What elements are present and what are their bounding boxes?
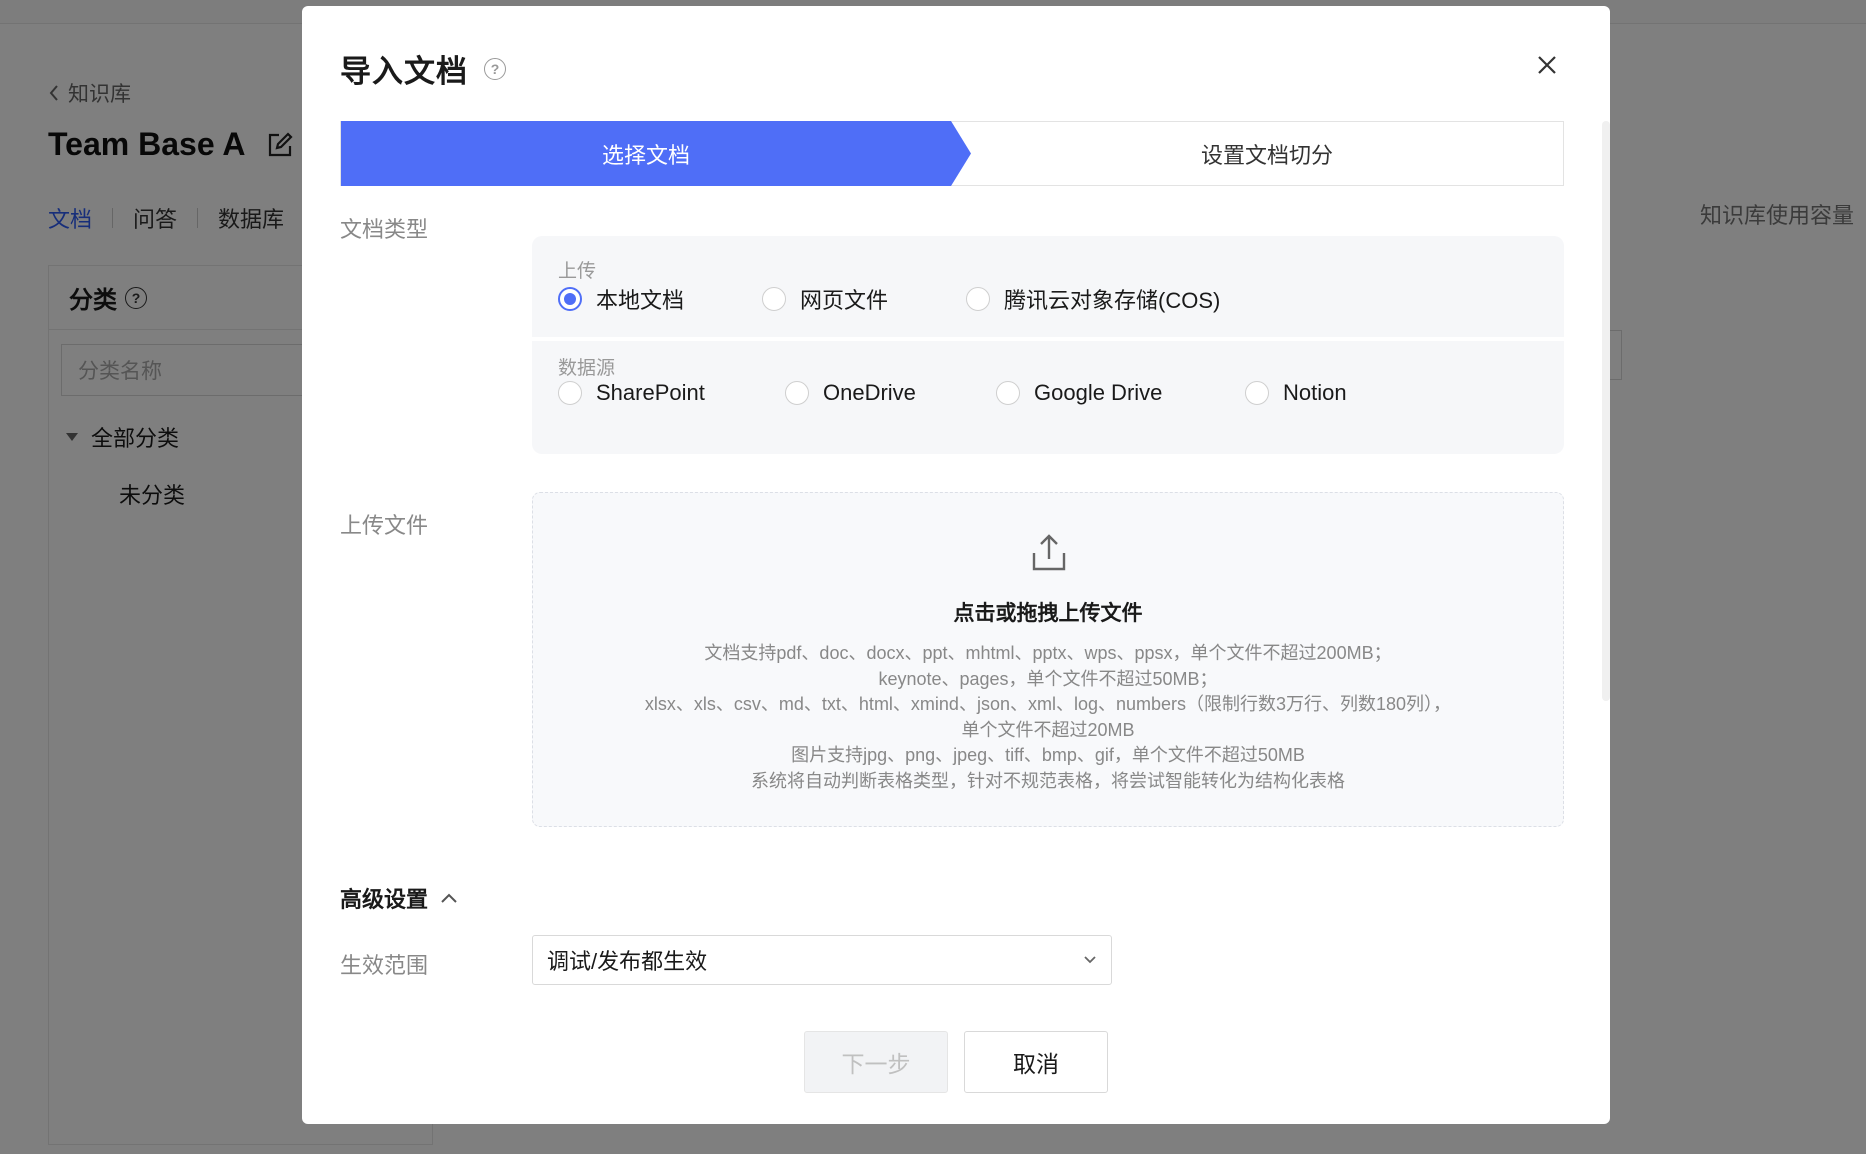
dialog-title: 导入文档 (340, 54, 468, 89)
radio-icon (762, 287, 786, 311)
upload-desc-line: 图片支持jpg、png、jpeg、tiff、bmp、gif，单个文件不超过50M… (791, 745, 1305, 766)
cancel-button[interactable]: 取消 (964, 1031, 1108, 1093)
upload-icon (1032, 534, 1066, 571)
radio-notion[interactable]: Notion (1245, 380, 1347, 406)
radio-onedrive[interactable]: OneDrive (785, 380, 996, 406)
radio-label: 腾讯云对象存储(COS) (1004, 288, 1221, 313)
datasource-options: SharePoint OneDrive Google Drive Notion (558, 380, 1347, 406)
radio-label: SharePoint (596, 380, 705, 405)
advanced-settings-label: 高级设置 (340, 887, 429, 912)
upload-description: 文档支持pdf、doc、docx、ppt、mhtml、pptx、wps、ppsx… (533, 641, 1563, 795)
radio-icon (996, 381, 1020, 405)
scope-label: 生效范围 (340, 953, 429, 978)
upload-desc-line: 单个文件不超过20MB (961, 719, 1135, 740)
dialog-header: 导入文档 ? (340, 46, 506, 91)
stepper: 选择文档 设置文档切分 (340, 121, 1564, 186)
step-select-document: 选择文档 (341, 121, 971, 186)
radio-icon (1245, 381, 1269, 405)
advanced-settings-toggle[interactable]: 高级设置 (340, 882, 458, 914)
doc-type-box: 上传 本地文档 网页文件 腾讯云对象存储(COS) 数据源 SharePoint (532, 236, 1564, 454)
next-step-button[interactable]: 下一步 (804, 1031, 948, 1093)
upload-options: 本地文档 网页文件 腾讯云对象存储(COS) (558, 283, 1220, 315)
radio-tencent-cos[interactable]: 腾讯云对象存储(COS) (966, 283, 1220, 315)
import-document-dialog: 导入文档 ? 选择文档 设置文档切分 文档类型 上传 本地文档 网页文件 腾讯云… (302, 6, 1610, 1124)
upload-file-label: 上传文件 (340, 513, 429, 538)
doc-type-label: 文档类型 (340, 217, 429, 242)
step-set-chunking: 设置文档切分 (1200, 142, 1333, 168)
scrollbar[interactable] (1602, 121, 1610, 701)
group-divider (532, 337, 1564, 341)
scope-select-value: 调试/发布都生效 (547, 949, 708, 974)
radio-label: Notion (1283, 380, 1347, 405)
radio-local-document[interactable]: 本地文档 (558, 283, 762, 315)
upload-group-title: 上传 (558, 261, 597, 282)
radio-label: 本地文档 (596, 288, 685, 313)
help-icon[interactable]: ? (484, 57, 506, 80)
radio-sharepoint[interactable]: SharePoint (558, 380, 785, 406)
scope-select[interactable]: 调试/发布都生效 (532, 935, 1112, 985)
radio-icon (966, 287, 990, 311)
chevron-up-icon (441, 893, 457, 903)
radio-checked-icon (558, 287, 582, 311)
radio-web-file[interactable]: 网页文件 (762, 283, 966, 315)
radio-label: OneDrive (823, 380, 916, 405)
chevron-down-icon (1084, 956, 1096, 964)
upload-title: 点击或拖拽上传文件 (953, 602, 1143, 625)
upload-desc-line: 文档支持pdf、doc、docx、ppt、mhtml、pptx、wps、ppsx… (704, 643, 1392, 663)
radio-google-drive[interactable]: Google Drive (996, 380, 1245, 406)
radio-label: 网页文件 (800, 288, 889, 313)
close-icon[interactable] (1534, 52, 1560, 78)
upload-desc-line: keynote、pages，单个文件不超过50MB； (878, 668, 1218, 689)
radio-icon (785, 381, 809, 405)
upload-dropzone[interactable]: 点击或拖拽上传文件 文档支持pdf、doc、docx、ppt、mhtml、ppt… (532, 492, 1564, 827)
radio-icon (558, 381, 582, 405)
datasource-group-title: 数据源 (558, 358, 616, 379)
upload-desc-line: 系统将自动判断表格类型，针对不规范表格，将尝试智能转化为结构化表格 (751, 770, 1345, 791)
upload-desc-line: xlsx、xls、csv、md、txt、html、xmind、json、xml、… (644, 694, 1452, 715)
radio-label: Google Drive (1034, 380, 1163, 405)
